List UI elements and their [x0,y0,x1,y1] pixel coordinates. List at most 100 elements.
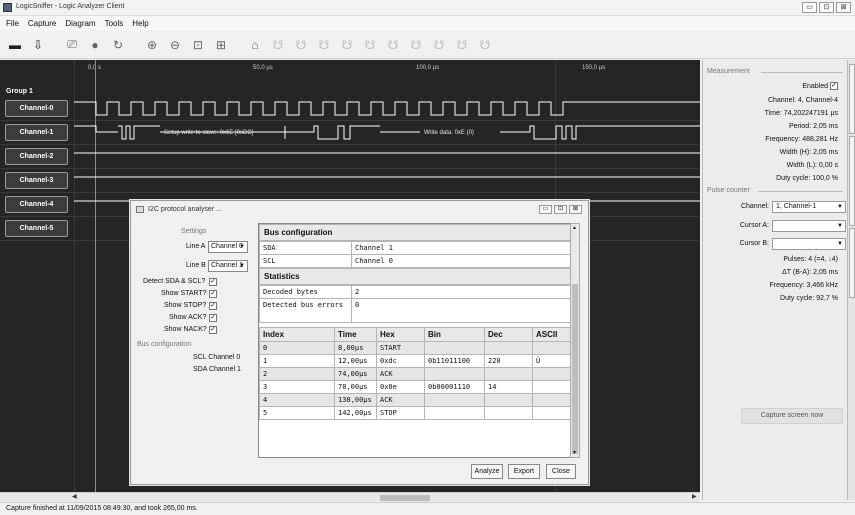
side-tab-acquisition[interactable] [849,136,855,226]
cursor-a-label: Cursor A: [739,222,769,229]
side-tab-cursors[interactable] [849,228,855,298]
measure-width-low: Width (L): 0,00 s [786,162,838,169]
measure-channel: Channel: 4, Channel-4 [767,97,838,104]
dialog-close-button[interactable]: ⊠ [569,205,582,214]
menu-file[interactable]: File [6,19,19,28]
capture-icon[interactable]: ▬ [6,36,24,54]
enabled-checkbox[interactable]: ✓ [830,82,838,90]
marker-10-icon[interactable]: ☋ [476,36,494,54]
download-icon[interactable]: ⇩ [29,36,47,54]
scroll-left-icon[interactable]: ◀ [72,493,77,500]
scl-info: SCL Channel 0 [193,354,241,361]
detect-sda-scl-checkbox[interactable]: ✓ [209,278,217,286]
cursor-b-select[interactable]: ▼ [772,238,846,250]
status-text: Capture finished at 11/09/2015 08:49:30,… [6,505,198,512]
scroll-thumb[interactable] [380,495,430,501]
home-icon[interactable]: ⌂ [246,36,264,54]
cell: 0b00001110 [424,380,485,394]
zoom-all-icon[interactable]: ⊞ [212,36,230,54]
record-icon[interactable]: ● [86,36,104,54]
enabled-label: Enabled [802,82,829,90]
dialog-minimize-button[interactable]: ▭ [539,205,552,214]
minimize-button[interactable]: ▭ [802,2,817,13]
settings-icon[interactable]: ⎚ [63,36,81,54]
zoom-out-icon[interactable]: ⊖ [166,36,184,54]
show-stop-label: Show STOP? [164,302,207,309]
table-row[interactable]: 5 142,00µs STOP [259,406,579,420]
table-row[interactable]: 1 12,00µs 0xdc 0b11011100 220 Ü [259,354,579,368]
results-scrollbar[interactable]: ▲ ▼ [570,223,580,458]
column-header[interactable]: Dec [484,327,533,342]
dialog-maximize-button[interactable]: ⊡ [554,205,567,214]
marker-6-icon[interactable]: ☋ [384,36,402,54]
zoom-fit-icon[interactable]: ⊡ [189,36,207,54]
marker-1-icon[interactable]: ☋ [269,36,287,54]
marker-8-icon[interactable]: ☋ [430,36,448,54]
line-b-select[interactable]: Channel 1 ▼ [208,260,248,272]
side-tab-measurement[interactable] [849,64,855,134]
line-a-label: Line A [186,243,206,250]
bus-configuration-header: Bus configuration [259,224,579,241]
table-row: Decoded bytes 2 [259,285,579,299]
cell: 1 [259,354,335,368]
scroll-up-icon[interactable]: ▲ [572,225,577,231]
horizontal-scrollbar[interactable]: ◀ ▶ [0,492,700,502]
stat-key: Detected bus errors [259,298,352,323]
menu-help[interactable]: Help [132,19,148,28]
menu-capture[interactable]: Capture [28,19,56,28]
table-row[interactable]: 0 8,00µs START [259,341,579,355]
line-a-select[interactable]: Channel 0 ▼ [208,241,248,253]
cell: 2 [259,367,335,381]
pulse-frequency: Frequency: 3,466 kHz [769,282,838,289]
scroll-right-icon[interactable]: ▶ [692,493,697,500]
cell: 14 [484,380,533,394]
marker-7-icon[interactable]: ☋ [407,36,425,54]
marker-5-icon[interactable]: ☋ [361,36,379,54]
zoom-in-icon[interactable]: ⊕ [143,36,161,54]
pulse-channel-value: 1, Channel-1 [776,203,817,210]
column-header[interactable]: Time [334,327,377,342]
annotation-write-data: Write data: 0xE (0) [424,130,474,136]
settings-heading: Settings [181,228,207,235]
marker-9-icon[interactable]: ☋ [453,36,471,54]
pulse-delta-t: ΔT (B-A): 2,05 ms [782,269,838,276]
pulse-counter-section-title: Pulse counter [707,187,750,194]
cell: 0b11011100 [424,354,485,368]
marker-4-icon[interactable]: ☋ [338,36,356,54]
close-dialog-button[interactable]: Close [546,464,576,479]
table-row[interactable]: 3 78,00µs 0x0e 0b00001110 14 [259,380,579,394]
capture-screen-button[interactable]: Capture screen now [741,408,843,424]
scroll-down-icon[interactable]: ▼ [572,450,577,456]
marker-3-icon[interactable]: ☋ [315,36,333,54]
analysis-results[interactable]: Bus configuration SDA Channel 1 SCL Channe… [258,223,580,458]
column-header[interactable]: Index [259,327,335,342]
table-row[interactable]: 2 74,00µs ACK [259,367,579,381]
cursor-a-select[interactable]: ▼ [772,220,846,232]
show-stop-checkbox[interactable]: ✓ [209,302,217,310]
show-start-checkbox[interactable]: ✓ [209,290,217,298]
show-nack-checkbox[interactable]: ✓ [209,326,217,334]
menu-diagram[interactable]: Diagram [65,19,95,28]
cell: 4 [259,393,335,407]
show-start-label: Show START? [161,290,207,297]
pulse-count: Pulses: 4 (=4, ↓4) [783,256,838,263]
cell: ACK [376,393,425,407]
dialog-title: I2C protocol analyser ... [148,206,222,213]
export-button[interactable]: Export [508,464,540,479]
dialog-title-bar: I2C protocol analyser ... ▭ ⊡ ⊠ [131,201,588,219]
chevron-down-icon: ▼ [239,263,245,269]
refresh-icon[interactable]: ↻ [109,36,127,54]
results-scroll-thumb[interactable] [572,284,578,454]
pulse-channel-select[interactable]: 1, Channel-1 ▼ [772,201,846,213]
marker-2-icon[interactable]: ☋ [292,36,310,54]
close-button[interactable]: ⊠ [836,2,851,13]
maximize-button[interactable]: ⊡ [819,2,834,13]
column-header[interactable]: Hex [376,327,425,342]
analyze-button[interactable]: Analyze [471,464,503,479]
table-row[interactable]: 4 138,00µs ACK [259,393,579,407]
column-header[interactable]: Bin [424,327,485,342]
measure-frequency: Frequency: 488,281 Hz [765,136,838,143]
menu-tools[interactable]: Tools [105,19,124,28]
bus-key: SDA [259,241,352,255]
show-ack-checkbox[interactable]: ✓ [209,314,217,322]
